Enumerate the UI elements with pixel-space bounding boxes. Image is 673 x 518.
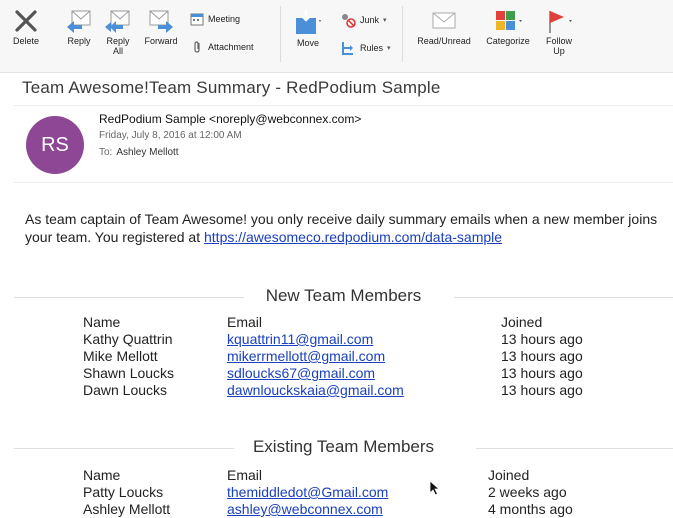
delete-button[interactable]: Delete — [6, 8, 46, 46]
avatar-initials: RS — [41, 133, 69, 156]
delete-label: Delete — [12, 36, 39, 46]
rules-label: Rules — [360, 43, 384, 53]
move-label: Move — [296, 38, 319, 48]
reply-all-label-1: Reply — [106, 36, 130, 46]
registration-link[interactable]: https://awesomeco.redpodium.com/data-sam… — [204, 229, 502, 245]
chevron-down-icon: ▾ — [383, 17, 387, 24]
member-joined: 4 months ago — [488, 501, 573, 517]
reply-label: Reply — [67, 36, 91, 46]
column-header-name: Name — [83, 467, 121, 483]
recipient-line: To: Ashley Mellott — [99, 147, 179, 158]
divider — [476, 448, 673, 449]
sent-date: Friday, July 8, 2016 at 12:00 AM — [99, 130, 242, 141]
ribbon-divider — [402, 6, 403, 62]
calendar-icon — [190, 13, 204, 26]
intro-paragraph: As team captain of Team Awesome! you onl… — [25, 210, 670, 246]
categorize-label: Categorize — [486, 36, 530, 46]
column-header-joined: Joined — [488, 467, 530, 483]
divider — [14, 105, 673, 106]
paperclip-icon — [194, 41, 200, 53]
existing-members-heading: Existing Team Members — [252, 437, 435, 456]
new-members-name-column: Name Kathy Quattrin Mike Mellott Shawn L… — [83, 314, 174, 399]
ribbon-toolbar: Delete Reply Reply All Forward Meeting A… — [0, 0, 673, 73]
column-header-email: Email — [227, 467, 263, 483]
member-email-link[interactable]: kquattrin11@gmail.com — [227, 331, 404, 348]
envelope-icon — [432, 12, 456, 29]
follow-up-label-1: Follow — [545, 36, 572, 46]
forward-label: Forward — [144, 36, 178, 46]
read-unread-button[interactable]: Read/Unread — [412, 8, 476, 46]
member-name: Mike Mellott — [83, 348, 158, 364]
new-members-email-column: Email kquattrin11@gmail.com mikerrmellot… — [227, 314, 404, 399]
member-name: Dawn Loucks — [83, 382, 168, 398]
reply-all-icon — [105, 10, 130, 33]
junk-button[interactable]: Junk ▾ — [340, 12, 387, 28]
follow-up-label-2: Up — [553, 46, 565, 56]
meeting-label: Meeting — [208, 14, 241, 24]
recipient-name[interactable]: Ashley Mellott — [116, 147, 178, 158]
attachment-label: Attachment — [208, 42, 254, 52]
existing-members-email-column: Email themiddledot@Gmail.com ashley@webc… — [227, 467, 388, 518]
member-email-link[interactable]: mikerrmellott@gmail.com — [227, 348, 404, 365]
rules-button[interactable]: Rules ▾ — [340, 40, 391, 56]
divider — [454, 297, 673, 298]
member-email-link[interactable]: ashley@webconnex.com — [227, 501, 388, 518]
reply-button[interactable]: Reply — [60, 8, 98, 46]
column-header-name: Name — [83, 314, 121, 330]
move-icon — [296, 10, 321, 34]
member-name: Ashley Mellott — [83, 501, 171, 517]
forward-icon — [149, 10, 173, 33]
sender-name[interactable]: RedPodium Sample <noreply@webconnex.com> — [99, 112, 361, 126]
new-members-heading: New Team Members — [265, 286, 422, 305]
email-subject: Team Awesome!Team Summary - RedPodium Sa… — [22, 78, 441, 97]
attachment-button[interactable]: Attachment — [190, 40, 254, 54]
reply-icon — [67, 10, 91, 33]
read-unread-label: Read/Unread — [417, 36, 471, 46]
delete-x-icon — [15, 10, 37, 32]
meeting-button[interactable]: Meeting — [190, 12, 240, 26]
existing-members-heading-row: Existing Team Members — [14, 437, 673, 459]
existing-members-name-column: Name Patty Loucks Ashley Mellott — [83, 467, 170, 518]
junk-icon — [342, 14, 356, 28]
reply-all-button[interactable]: Reply All — [100, 8, 136, 56]
mouse-cursor-icon — [429, 480, 441, 496]
member-email-link[interactable]: sdloucks67@gmail.com — [227, 365, 404, 382]
member-joined: 13 hours ago — [501, 331, 583, 347]
member-email-link[interactable]: dawnlouckskaia@gmail.com — [227, 382, 404, 399]
follow-up-button[interactable]: Follow Up — [538, 8, 580, 56]
member-joined: 13 hours ago — [501, 382, 583, 398]
existing-members-joined-column: Joined 2 weeks ago 4 months ago — [488, 467, 573, 518]
new-members-heading-row: New Team Members — [14, 286, 673, 308]
member-name: Shawn Loucks — [83, 365, 175, 381]
column-header-joined: Joined — [501, 314, 543, 330]
ribbon-divider — [280, 6, 281, 62]
new-members-joined-column: Joined 13 hours ago 13 hours ago 13 hour… — [501, 314, 583, 399]
member-email-link[interactable]: themiddledot@Gmail.com — [227, 484, 388, 501]
flag-icon — [549, 11, 572, 33]
member-joined: 2 weeks ago — [488, 484, 567, 500]
sender-avatar[interactable]: RS — [26, 116, 84, 174]
categorize-icon — [496, 11, 522, 30]
move-button[interactable]: Move — [292, 8, 324, 48]
member-joined: 13 hours ago — [501, 365, 583, 381]
member-name: Patty Loucks — [83, 484, 164, 500]
chevron-down-icon: ▾ — [387, 45, 391, 52]
member-joined: 13 hours ago — [501, 348, 583, 364]
reply-all-label-2: All — [112, 46, 123, 56]
forward-button[interactable]: Forward — [140, 8, 182, 46]
column-header-email: Email — [227, 314, 263, 330]
junk-label: Junk — [360, 15, 380, 25]
divider — [14, 182, 673, 183]
to-label: To: — [99, 147, 113, 158]
member-name: Kathy Quattrin — [83, 331, 173, 347]
rules-icon — [342, 42, 353, 55]
categorize-button[interactable]: Categorize — [480, 8, 536, 46]
